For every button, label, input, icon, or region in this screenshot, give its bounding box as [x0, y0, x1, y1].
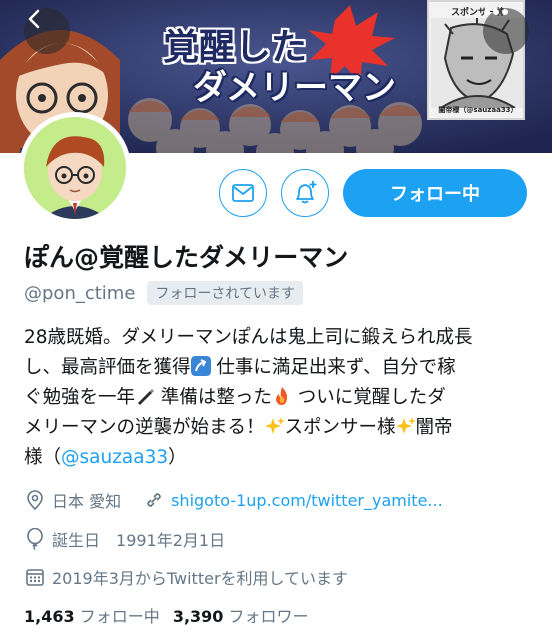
sparkles-emoji-icon [264, 417, 285, 434]
following-count: 1,463 [24, 607, 75, 626]
followers-stat[interactable]: 3,390 フォロワー [173, 607, 309, 626]
bio-text: 仕事に満足出来ず、自分で稼 [210, 357, 456, 378]
avatar-image [24, 117, 126, 219]
birthday-date: 1991年2月1日 [116, 531, 226, 550]
bio-line: メリーマンの逆襲が始まる！ スポンサー様 闇帝 [24, 413, 534, 443]
bio-line: し、最高評価を獲得 仕事に満足出来ず、自分で稼 [24, 353, 534, 383]
balloon-icon [24, 528, 46, 550]
banner-title-line2: ダメリーマン [193, 68, 396, 108]
bio-text: ついに覚醒したダ [291, 387, 446, 408]
bio-text: 準備は整った [155, 387, 272, 408]
joined-text: 2019年3月からTwitterを利用しています [52, 569, 349, 588]
followers-label: フォロワー [228, 607, 309, 626]
meta-location-row: 日本 愛知 shigoto-1up.com/twitter_yamite... [24, 488, 443, 512]
bio-text: ） [168, 447, 187, 468]
avatar[interactable] [19, 112, 131, 224]
bio-text: メリーマンの逆襲が始まる！ [24, 417, 265, 438]
meta-birthday-row: 誕生日 1991年2月1日 [24, 527, 225, 551]
location-pin-icon [24, 489, 46, 511]
follow-stats: 1,463 フォロー中 3,390 フォロワー [24, 603, 309, 627]
bell-plus-icon [296, 181, 317, 204]
bio-line: 様（@sauzaa33） [24, 443, 534, 473]
bio: 28歳既婚。ダメリーマンぽんは鬼上司に鍛えられ成長 し、最高評価を獲得 仕事に満… [24, 323, 534, 473]
bio-text: スポンサー様 [284, 417, 396, 438]
handle-row: @pon_ctime フォローされています [24, 281, 304, 305]
avatar-illustration [24, 117, 126, 219]
arrow-up-emoji-icon [190, 356, 211, 376]
bio-line: 28歳既婚。ダメリーマンぽんは鬼上司に鍛えられ成長 [24, 323, 534, 353]
followers-count: 3,390 [172, 607, 224, 626]
more-button[interactable] [483, 8, 529, 54]
meta-joined-row: 2019年3月からTwitterを利用しています [24, 565, 348, 589]
pen-emoji-icon [138, 389, 155, 405]
more-icon [484, 9, 508, 15]
message-button[interactable] [219, 169, 267, 217]
notifications-button[interactable] [281, 169, 329, 217]
back-button[interactable] [24, 8, 70, 54]
sparkles-emoji-icon [395, 417, 416, 434]
following-label: フォロー中 [79, 607, 160, 626]
chevron-left-icon [28, 9, 40, 29]
bio-text: 様（ [24, 447, 62, 468]
mention-link[interactable]: @sauzaa33 [61, 447, 168, 468]
location-text: 日本 愛知 [52, 492, 122, 511]
follows-you-badge: フォローされています [147, 281, 304, 305]
calendar-icon [24, 566, 46, 588]
envelope-icon [232, 184, 254, 202]
website-link[interactable]: shigoto-1up.com/twitter_yamite... [171, 491, 443, 510]
sponsor-caption: 闇帝様（@sauzaa33） [438, 106, 518, 114]
bio-text: ぐ勉強を一年 [24, 387, 136, 408]
link-icon [143, 489, 165, 511]
bio-text: し、最高評価を獲得 [24, 357, 191, 378]
bio-line: ぐ勉強を一年 準備は整った ついに覚醒したダ [24, 383, 534, 413]
bio-text: 闇帝 [415, 417, 453, 438]
following-button[interactable]: フォロー中 [343, 169, 527, 217]
handle: @pon_ctime [24, 282, 136, 304]
birthday-label: 誕生日 [52, 531, 101, 550]
display-name: ぽん@覚醒したダメリーマン [24, 243, 349, 272]
fire-emoji-icon [275, 387, 288, 405]
bio-text: 28歳既婚。ダメリーマンぽんは鬼上司に鍛えられ成長 [24, 327, 473, 348]
following-stat[interactable]: 1,463 フォロー中 [24, 607, 160, 626]
